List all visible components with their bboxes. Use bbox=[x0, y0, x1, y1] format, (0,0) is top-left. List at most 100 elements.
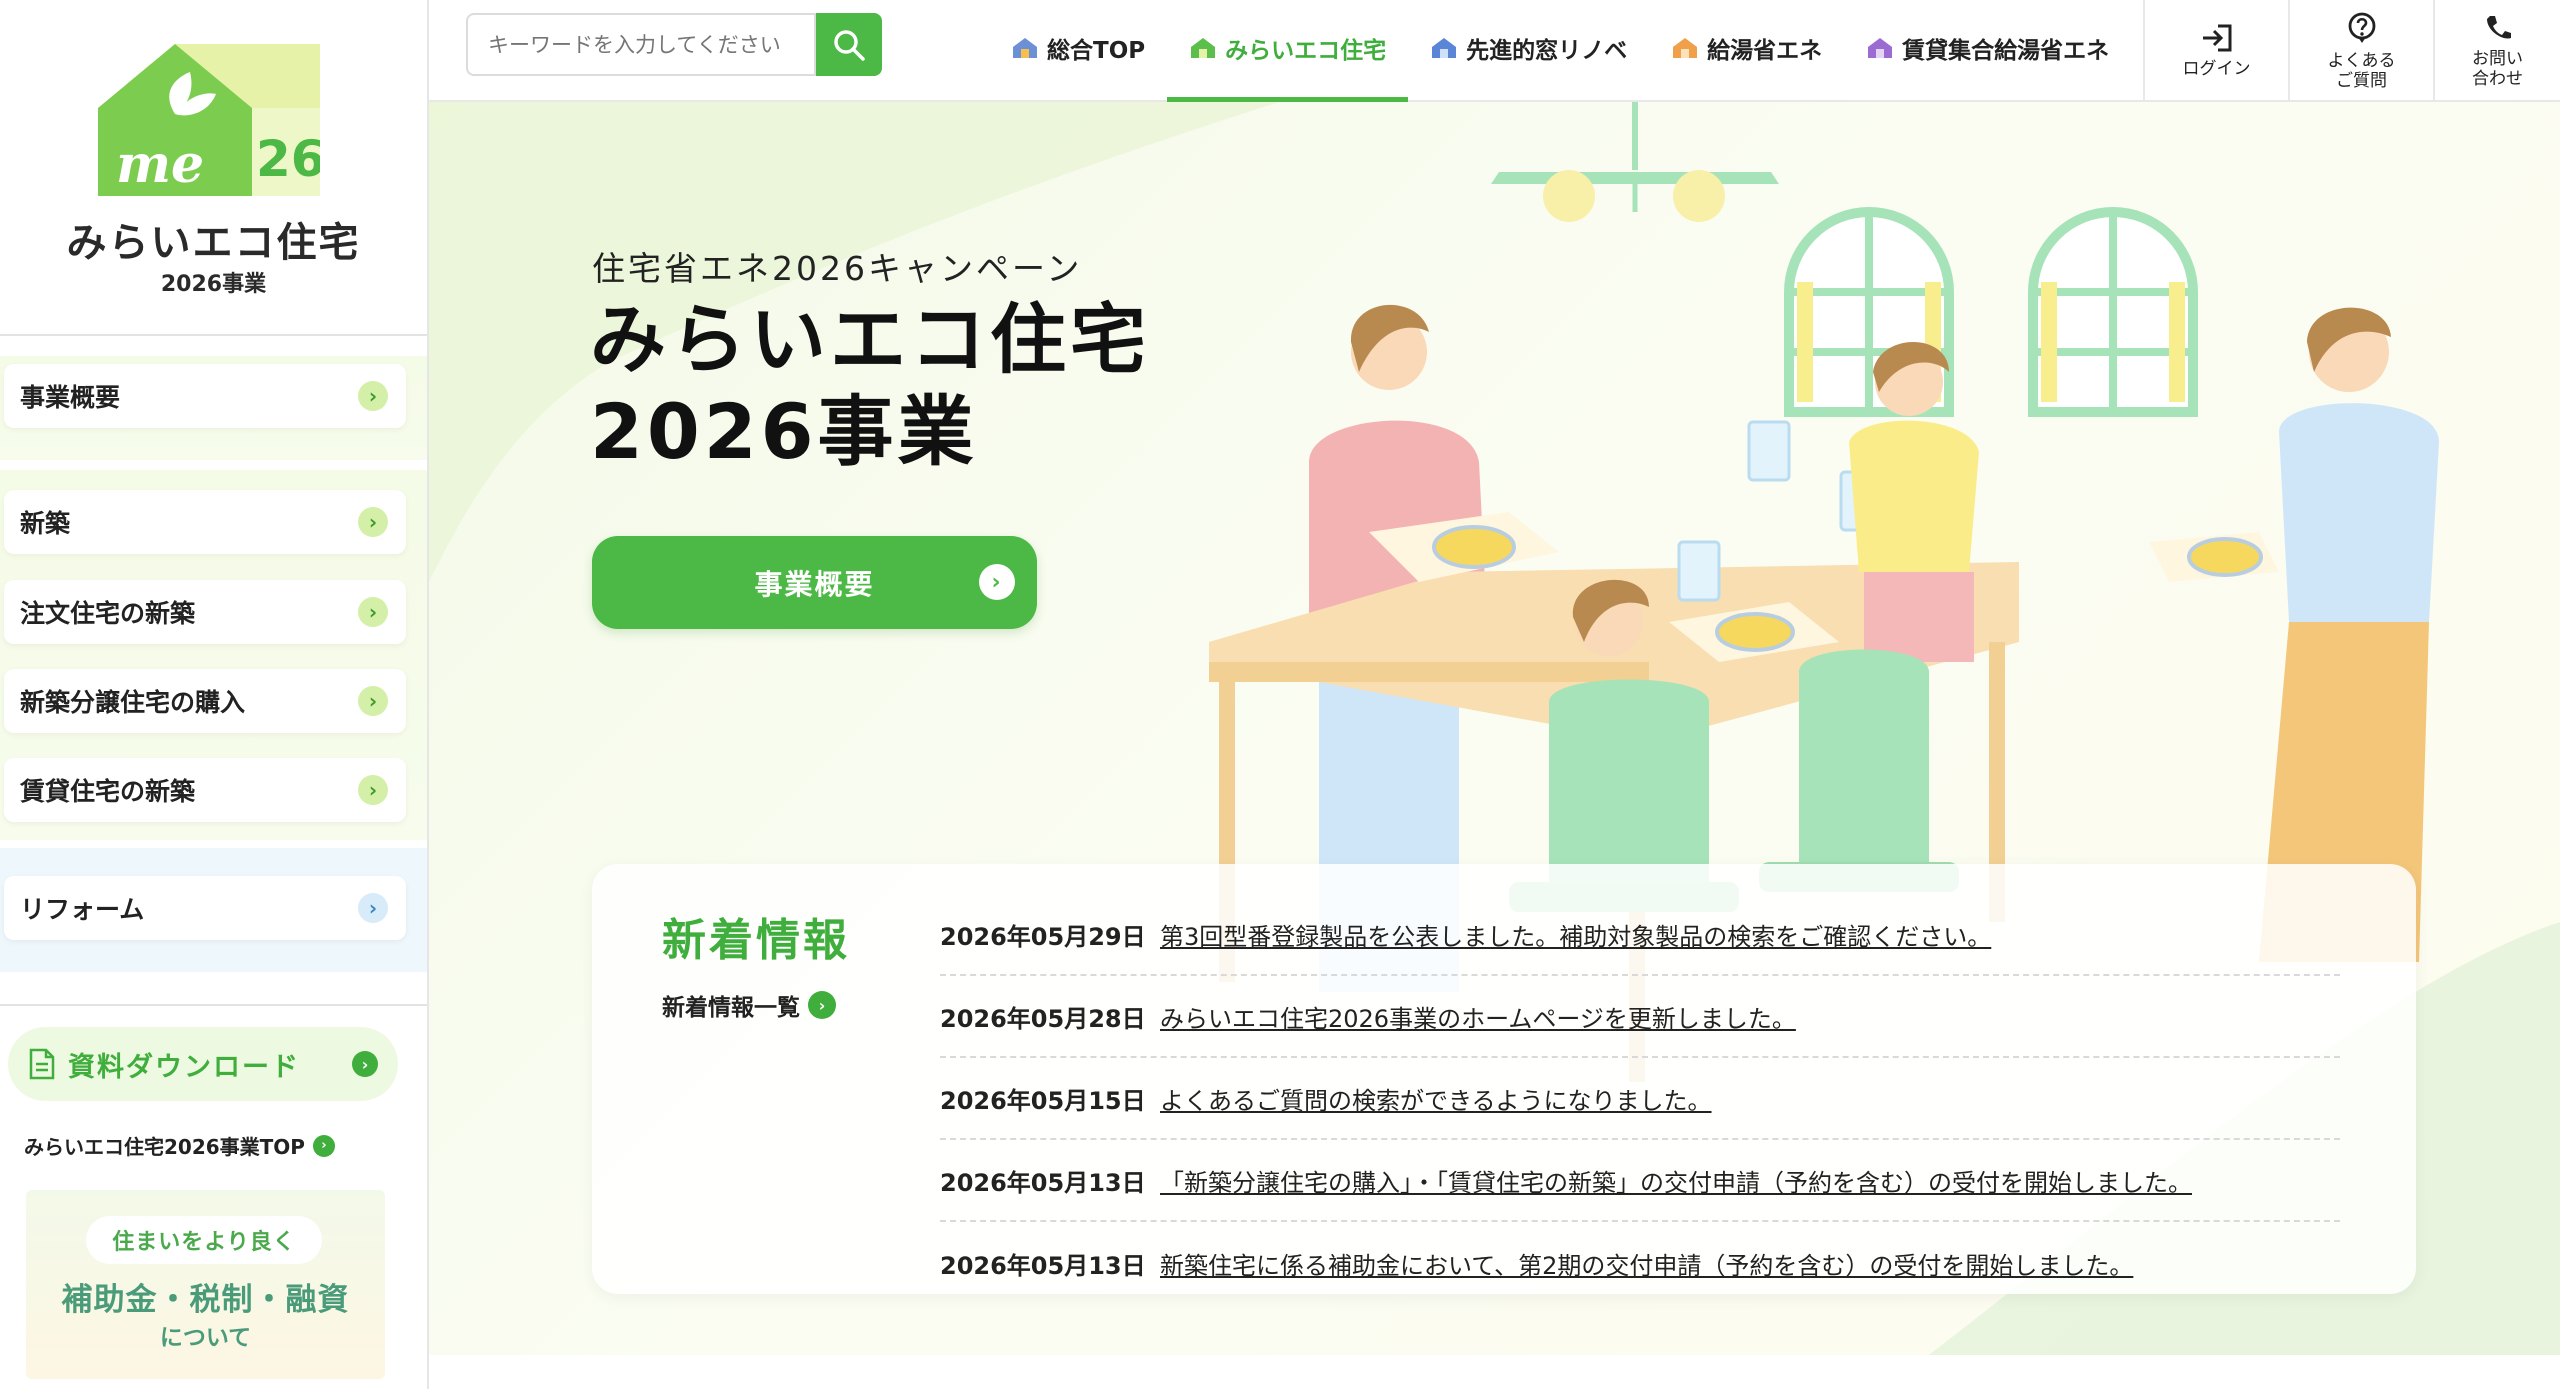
sidebar-item-rental-newbuild[interactable]: 賃貸住宅の新築 › bbox=[4, 758, 406, 822]
news-date: 2026年05月15日 bbox=[940, 1086, 1146, 1115]
search-button[interactable] bbox=[816, 13, 882, 76]
sidebar-top-link[interactable]: みらいエコ住宅2026事業TOP › bbox=[24, 1131, 335, 1160]
chevron-right-icon: › bbox=[358, 893, 388, 923]
logo-house-icon: me 26 bbox=[98, 44, 320, 196]
sidebar-item-reform[interactable]: リフォーム › bbox=[4, 876, 406, 940]
faq-label-1: よくある bbox=[2327, 50, 2396, 71]
sidebar-item-label: 賃貸住宅の新築 bbox=[20, 777, 196, 806]
download-label: 資料ダウンロード bbox=[68, 1051, 300, 1083]
sidebar-item-new-condo-purchase[interactable]: 新築分譲住宅の購入 › bbox=[4, 669, 406, 733]
news-list: 2026年05月29日 第3回型番登録製品を公表しました。補助対象製品の検索をご… bbox=[940, 894, 2340, 1304]
document-icon bbox=[29, 1048, 55, 1080]
house-icon bbox=[1191, 38, 1216, 58]
sidebar-item-overview[interactable]: 事業概要 › bbox=[4, 364, 406, 428]
house-icon bbox=[1673, 38, 1698, 58]
sidebar-item-label: 事業概要 bbox=[20, 383, 121, 412]
banner-heading: 補助金・税制・融資 bbox=[61, 1282, 350, 1318]
news-list-link[interactable]: 新着情報一覧 › bbox=[662, 988, 836, 1022]
login-icon bbox=[2202, 24, 2231, 52]
sidebar-item-label: 新築分譲住宅の購入 bbox=[20, 688, 246, 717]
logo-subtitle: 2026事業 bbox=[160, 272, 267, 297]
news-item: 2026年05月29日 第3回型番登録製品を公表しました。補助対象製品の検索をご… bbox=[940, 894, 2340, 976]
news-link[interactable]: 「新築分譲住宅の購入」・「賃貸住宅の新築」の交付申請（予約を含む）の受付を開始し… bbox=[1160, 1163, 2192, 1198]
sidebar-item-custom-home[interactable]: 注文住宅の新築 › bbox=[4, 580, 406, 644]
login-button[interactable]: ログイン bbox=[2143, 0, 2288, 102]
logo[interactable]: me 26 みらいエコ住宅 2026事業 bbox=[0, 0, 427, 336]
sidebar-group-overview: 事業概要 › bbox=[0, 356, 427, 460]
news-date: 2026年05月13日 bbox=[940, 1168, 1146, 1197]
news-date: 2026年05月29日 bbox=[940, 922, 1146, 951]
svg-text:me: me bbox=[116, 134, 204, 195]
phone-icon bbox=[2486, 15, 2511, 39]
news-item: 2026年05月28日 みらいエコ住宅2026事業のホームページを更新しました。 bbox=[940, 976, 2340, 1058]
chevron-right-icon: › bbox=[352, 1051, 378, 1077]
nav-item-label: 給湯省エネ bbox=[1707, 38, 1823, 64]
chevron-right-icon: › bbox=[358, 381, 388, 411]
news-item: 2026年05月13日 「新築分譲住宅の購入」・「賃貸住宅の新築」の交付申請（予… bbox=[940, 1140, 2340, 1222]
svg-text:26: 26 bbox=[256, 130, 320, 188]
news-link[interactable]: よくあるご質問の検索ができるようになりました。 bbox=[1160, 1081, 1712, 1116]
nav-item-label: 総合TOP bbox=[1047, 38, 1146, 64]
nav-item-mirai-eco[interactable]: みらいエコ住宅 bbox=[1167, 0, 1409, 102]
chevron-right-icon: › bbox=[358, 507, 388, 537]
news-list-link-label: 新着情報一覧 bbox=[662, 995, 800, 1021]
search-input[interactable] bbox=[466, 13, 816, 76]
hero: 住宅省エネ2026キャンペーン みらいエコ住宅 2026事業 事業概要 › 新着… bbox=[429, 102, 2560, 1355]
hero-title-line-1: みらいエコ住宅 bbox=[590, 295, 1150, 384]
nav-item-window-renovation[interactable]: 先進的窓リノベ bbox=[1408, 0, 1649, 102]
chevron-right-icon: › bbox=[312, 1134, 335, 1157]
nav-item-label: みらいエコ住宅 bbox=[1225, 38, 1387, 64]
hero-title-line-2: 2026事業 bbox=[590, 387, 978, 476]
news-link[interactable]: みらいエコ住宅2026事業のホームページを更新しました。 bbox=[1160, 999, 1796, 1034]
nav-item-rental-water-heater[interactable]: 賃貸集合給湯省エネ bbox=[1844, 0, 2131, 102]
banner-subheading: について bbox=[159, 1325, 252, 1351]
logo-title: みらいエコ住宅 bbox=[66, 220, 361, 266]
contact-button[interactable]: お問い 合わせ bbox=[2433, 0, 2560, 102]
subsidy-tax-loan-banner[interactable]: 住まいをより良く 補助金・税制・融資 について bbox=[26, 1190, 385, 1379]
sidebar-group-newbuild: 新築 › 注文住宅の新築 › 新築分譲住宅の購入 › 賃貸住宅の新築 › bbox=[0, 470, 427, 840]
sidebar-item-label: 注文住宅の新築 bbox=[20, 599, 196, 628]
chevron-right-icon: › bbox=[979, 564, 1015, 600]
contact-label-1: お問い bbox=[2472, 48, 2523, 69]
faq-button[interactable]: よくある ご質問 bbox=[2288, 0, 2433, 102]
sidebar-top-link-label: みらいエコ住宅2026事業TOP bbox=[24, 1135, 305, 1159]
hero-subtitle: 住宅省エネ2026キャンペーン bbox=[592, 249, 1083, 288]
chevron-right-icon: › bbox=[808, 991, 836, 1019]
sidebar: me 26 みらいエコ住宅 2026事業 事業概要 › 新築 › 注文住宅の新築… bbox=[0, 0, 429, 1389]
hero-title: みらいエコ住宅 2026事業 bbox=[590, 294, 1150, 478]
news-link[interactable]: 新築住宅に係る補助金において、第2期の交付申請（予約を含む）の受付を開始しました… bbox=[1160, 1246, 2133, 1281]
banner-pill: 住まいをより良く bbox=[86, 1216, 322, 1264]
faq-label-2: ご質問 bbox=[2336, 71, 2387, 91]
news-item: 2026年05月15日 よくあるご質問の検索ができるようになりました。 bbox=[940, 1058, 2340, 1140]
news-date: 2026年05月13日 bbox=[940, 1251, 1146, 1280]
overview-button[interactable]: 事業概要 › bbox=[592, 536, 1037, 629]
login-label: ログイン bbox=[2182, 58, 2251, 79]
sidebar-group-reform: リフォーム › bbox=[0, 848, 427, 972]
search-icon bbox=[834, 29, 865, 61]
nav-item-water-heater[interactable]: 給湯省エネ bbox=[1649, 0, 1844, 102]
help-icon bbox=[2348, 12, 2375, 43]
main-nav: 総合TOP みらいエコ住宅 先進的窓リノベ 給湯省エネ 賃貸集合給湯省エネ bbox=[989, 0, 2131, 102]
news-heading: 新着情報 bbox=[662, 915, 850, 966]
nav-item-top[interactable]: 総合TOP bbox=[989, 0, 1167, 102]
news-panel: 新着情報 新着情報一覧 › 2026年05月29日 第3回型番登録製品を公表しま… bbox=[592, 864, 2416, 1294]
house-icon bbox=[1432, 38, 1457, 58]
sidebar-divider bbox=[0, 1004, 427, 1006]
contact-label-2: 合わせ bbox=[2472, 69, 2523, 89]
chevron-right-icon: › bbox=[358, 686, 388, 716]
sidebar-item-label: リフォーム bbox=[20, 895, 145, 924]
sidebar-item-label: 新築 bbox=[20, 509, 71, 538]
overview-button-label: 事業概要 bbox=[754, 567, 875, 601]
download-button[interactable]: 資料ダウンロード › bbox=[8, 1027, 398, 1101]
news-item: 2026年05月13日 新築住宅に係る補助金において、第2期の交付申請（予約を含… bbox=[940, 1222, 2340, 1304]
nav-item-label: 賃貸集合給湯省エネ bbox=[1902, 38, 2110, 64]
news-date: 2026年05月28日 bbox=[940, 1004, 1146, 1033]
sidebar-item-newbuild[interactable]: 新築 › bbox=[4, 490, 406, 554]
house-icon bbox=[1868, 38, 1893, 58]
nav-item-label: 先進的窓リノベ bbox=[1466, 38, 1628, 64]
news-link[interactable]: 第3回型番登録製品を公表しました。補助対象製品の検索をご確認ください。 bbox=[1160, 917, 1991, 952]
top-header: 総合TOP みらいエコ住宅 先進的窓リノベ 給湯省エネ 賃貸集合給湯省エネ ログ… bbox=[429, 0, 2560, 102]
chevron-right-icon: › bbox=[358, 597, 388, 627]
house-icon bbox=[1013, 38, 1037, 58]
chevron-right-icon: › bbox=[358, 775, 388, 805]
